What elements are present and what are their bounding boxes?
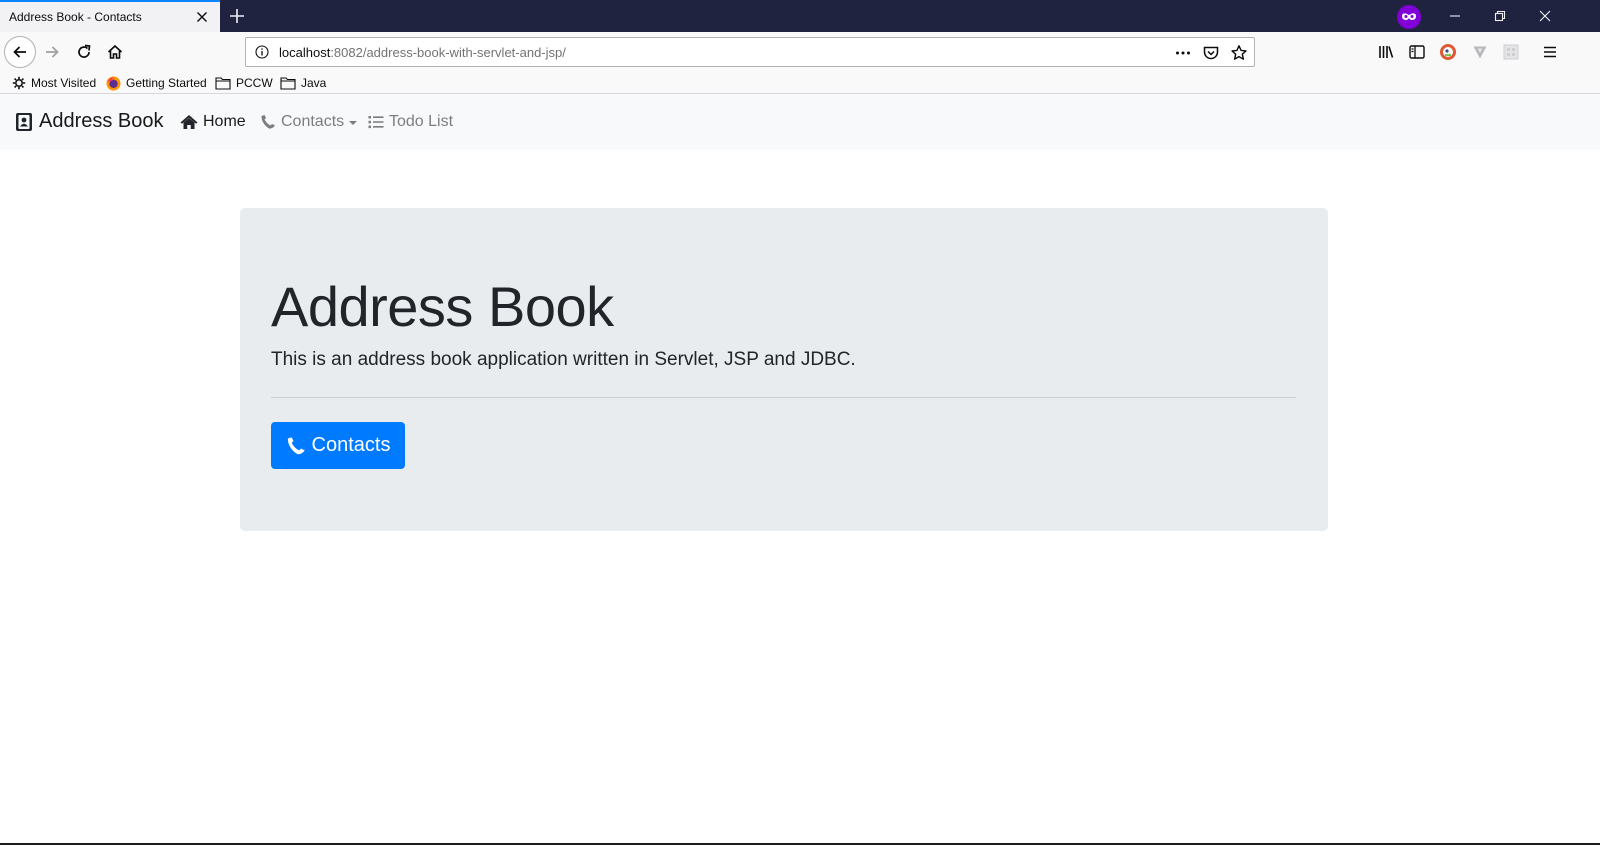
nav-link-home[interactable]: Home	[180, 113, 246, 131]
bookmark-folder-java[interactable]: Java	[280, 74, 326, 92]
nav-link-label: Contacts	[281, 113, 345, 130]
reload-button[interactable]	[68, 36, 100, 68]
folder-icon	[280, 77, 296, 90]
phone-icon	[287, 436, 305, 454]
caret-down-icon	[349, 120, 358, 125]
page-title: Address Book	[271, 275, 614, 338]
duckduckgo-icon[interactable]	[1439, 43, 1457, 61]
url-bar[interactable]: localhost:8082/address-book-with-servlet…	[245, 37, 1255, 67]
window-bottom-area	[0, 845, 1600, 861]
nav-link-label: Todo List	[389, 113, 454, 130]
url-host: localhost	[279, 45, 331, 60]
extension-icon[interactable]	[1502, 43, 1520, 61]
home-button[interactable]	[99, 36, 131, 68]
bookmark-star-icon[interactable]	[1230, 44, 1248, 62]
bookmark-label: PCCW	[236, 76, 273, 90]
close-window-icon[interactable]	[1538, 9, 1552, 23]
new-tab-icon[interactable]	[228, 7, 246, 25]
restore-icon[interactable]	[1493, 9, 1507, 23]
nav-dropdown-contacts[interactable]: Contacts	[260, 113, 358, 131]
library-icon[interactable]	[1377, 43, 1395, 61]
private-browsing-icon	[1397, 5, 1421, 29]
url-actions	[1174, 43, 1248, 63]
navbar-brand[interactable]: Address Book	[15, 110, 164, 133]
arrow-left-icon	[13, 46, 26, 58]
pocket-icon[interactable]	[1202, 44, 1220, 62]
url-text[interactable]: localhost:8082/address-book-with-servlet…	[279, 45, 566, 60]
button-label: Contacts	[311, 434, 391, 456]
arrow-right-icon	[46, 46, 59, 58]
browser-toolbar: localhost:8082/address-book-with-servlet…	[0, 32, 1600, 72]
brand-label: Address Book	[39, 110, 164, 132]
bookmark-most-visited[interactable]: Most Visited	[12, 74, 96, 92]
nav-link-todo-list[interactable]: Todo List	[368, 113, 453, 131]
tab-title: Address Book - Contacts	[9, 10, 142, 24]
bookmarks-toolbar: Most Visited Getting Started PCCW Java	[0, 72, 1600, 94]
list-icon	[368, 116, 384, 129]
contacts-button[interactable]: Contacts	[271, 422, 405, 469]
bookmark-label: Most Visited	[31, 76, 97, 90]
bookmark-folder-pccw[interactable]: PCCW	[215, 74, 273, 92]
site-navbar: Address Book Home Contacts Todo List	[0, 94, 1600, 150]
address-book-icon	[16, 112, 32, 131]
home-icon	[107, 44, 123, 59]
nav-link-label: Home	[203, 113, 246, 130]
bookmark-label: Java	[301, 76, 327, 90]
jumbotron: Address Book This is an address book app…	[240, 208, 1328, 531]
close-icon[interactable]	[194, 9, 210, 25]
divider	[271, 397, 1296, 398]
phone-icon	[261, 115, 275, 129]
forward-button[interactable]	[36, 36, 68, 68]
browser-tab[interactable]: Address Book - Contacts	[0, 0, 220, 32]
bookmark-label: Getting Started	[126, 76, 207, 90]
firefox-icon	[106, 76, 121, 90]
sidebar-icon[interactable]	[1408, 43, 1426, 61]
home-icon	[180, 115, 198, 129]
gear-icon	[12, 76, 26, 90]
lead-text: This is an address book application writ…	[271, 349, 856, 370]
back-button[interactable]	[4, 36, 36, 68]
vpn-shield-icon[interactable]	[1471, 43, 1489, 61]
tab-bar: Address Book - Contacts	[0, 0, 1600, 32]
page-actions-icon[interactable]	[1174, 44, 1192, 62]
reload-icon	[78, 44, 91, 58]
minimize-icon[interactable]	[1448, 9, 1462, 23]
bookmark-getting-started[interactable]: Getting Started	[106, 74, 207, 92]
info-icon[interactable]	[255, 45, 269, 59]
url-path: :8082/address-book-with-servlet-and-jsp/	[330, 45, 566, 60]
menu-icon[interactable]	[1541, 43, 1559, 61]
folder-icon	[215, 77, 231, 90]
